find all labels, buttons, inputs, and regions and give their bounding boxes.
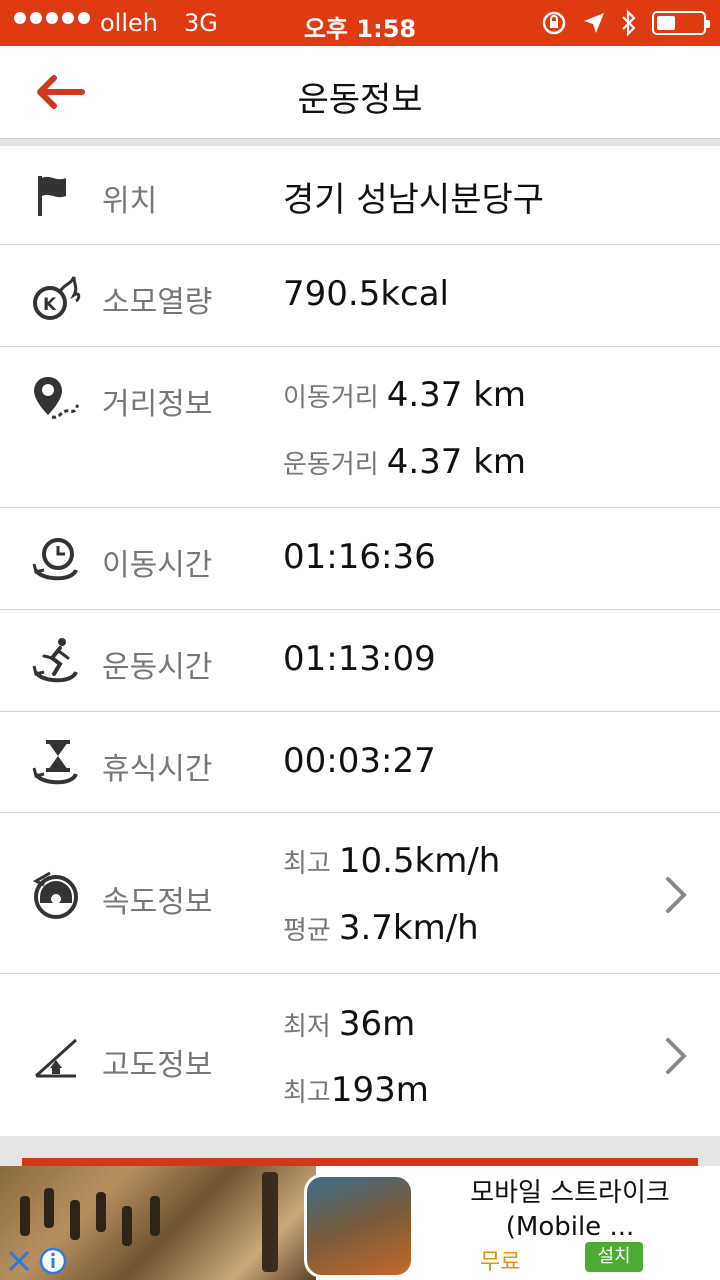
max-speed-label: 최고 [283,849,331,879]
chevron-right-icon[interactable] [664,875,688,915]
avg-speed-value: 3.7km/h [338,908,479,948]
max-speed-value: 10.5km/h [338,841,501,881]
min-altitude-label: 최저 [283,1012,331,1042]
exercise-distance: 운동거리 4.37 km [283,442,526,482]
move-distance: 이동거리 4.37 km [283,375,526,415]
rest-time-row: 휴식시간 00:03:27 [0,712,720,813]
exercise-time-row: 운동시간 01:13:09 [0,610,720,712]
hourglass-cycle-icon [32,740,78,785]
max-altitude-label: 최고 [283,1078,331,1108]
kcal-fire-icon: K [33,276,81,320]
rotation-lock-icon [542,11,566,35]
avg-speed: 평균 3.7km/h [283,908,479,948]
exercise-distance-value: 4.37 km [386,442,527,482]
ad-banner[interactable]: 모바일 스트라이크 (Mobile ... 무료 설치 [0,1166,720,1280]
speedometer-icon [32,871,78,919]
battery-icon [652,11,710,35]
calories-value: 790.5kcal [283,274,449,314]
calories-row: K 소모열량 790.5kcal [0,245,720,347]
runner-cycle-icon [32,638,78,683]
exercise-time-value: 01:13:09 [283,639,436,679]
move-time-row: 이동시간 01:16:36 [0,508,720,610]
max-altitude-value: 193m [330,1070,429,1110]
move-time-label: 이동시간 [102,548,213,583]
ad-price: 무료 [480,1250,521,1275]
rest-time-label: 휴식시간 [102,752,213,787]
clock-cycle-icon [32,538,78,581]
ad-separator [0,1136,720,1166]
exercise-distance-label: 운동거리 [283,450,379,480]
move-distance-value: 4.37 km [386,375,527,415]
flag-icon [38,176,66,216]
close-icon[interactable] [4,1246,34,1276]
location-label: 위치 [102,184,158,219]
chevron-right-icon[interactable] [664,1036,688,1076]
map-pin-route-icon [34,377,80,419]
move-distance-label: 이동거리 [283,383,379,413]
min-altitude: 최저 36m [283,1004,415,1044]
distance-label: 거리정보 [102,387,213,422]
max-altitude: 최고193m [283,1070,429,1110]
ad-accent-bar [22,1158,698,1166]
distance-row: 거리정보 이동거리 4.37 km 운동거리 4.37 km [0,347,720,508]
exercise-time-label: 운동시간 [102,650,213,685]
location-arrow-icon [584,13,604,33]
avg-speed-label: 평균 [283,916,331,946]
info-icon[interactable] [38,1246,68,1276]
divider [0,138,720,146]
altitude-icon [34,1038,78,1078]
location-value: 경기 성남시분당구 [283,180,545,220]
altitude-info-row[interactable]: 고도정보 최저 36m 최고193m [0,974,720,1136]
location-row: 위치 경기 성남시분당구 [0,146,720,245]
status-bar: olleh 3G 오후 1:58 [0,0,720,46]
install-button[interactable]: 설치 [585,1242,643,1272]
speed-info-row[interactable]: 속도정보 최고 10.5km/h 평균 3.7km/h [0,813,720,974]
navigation-bar: 운동정보 [0,46,720,138]
app-icon[interactable] [304,1174,414,1278]
max-speed: 최고 10.5km/h [283,841,500,881]
calories-label: 소모열량 [102,285,213,320]
rest-time-value: 00:03:27 [283,741,436,781]
bluetooth-icon [622,9,636,37]
svg-text:K: K [43,295,57,315]
min-altitude-value: 36m [338,1004,416,1044]
move-time-value: 01:16:36 [283,537,436,577]
altitude-label: 고도정보 [102,1048,213,1083]
page-title: 운동정보 [297,80,423,120]
ad-app-name[interactable]: 모바일 스트라이크 (Mobile ... [440,1176,700,1244]
speed-label: 속도정보 [102,885,213,920]
